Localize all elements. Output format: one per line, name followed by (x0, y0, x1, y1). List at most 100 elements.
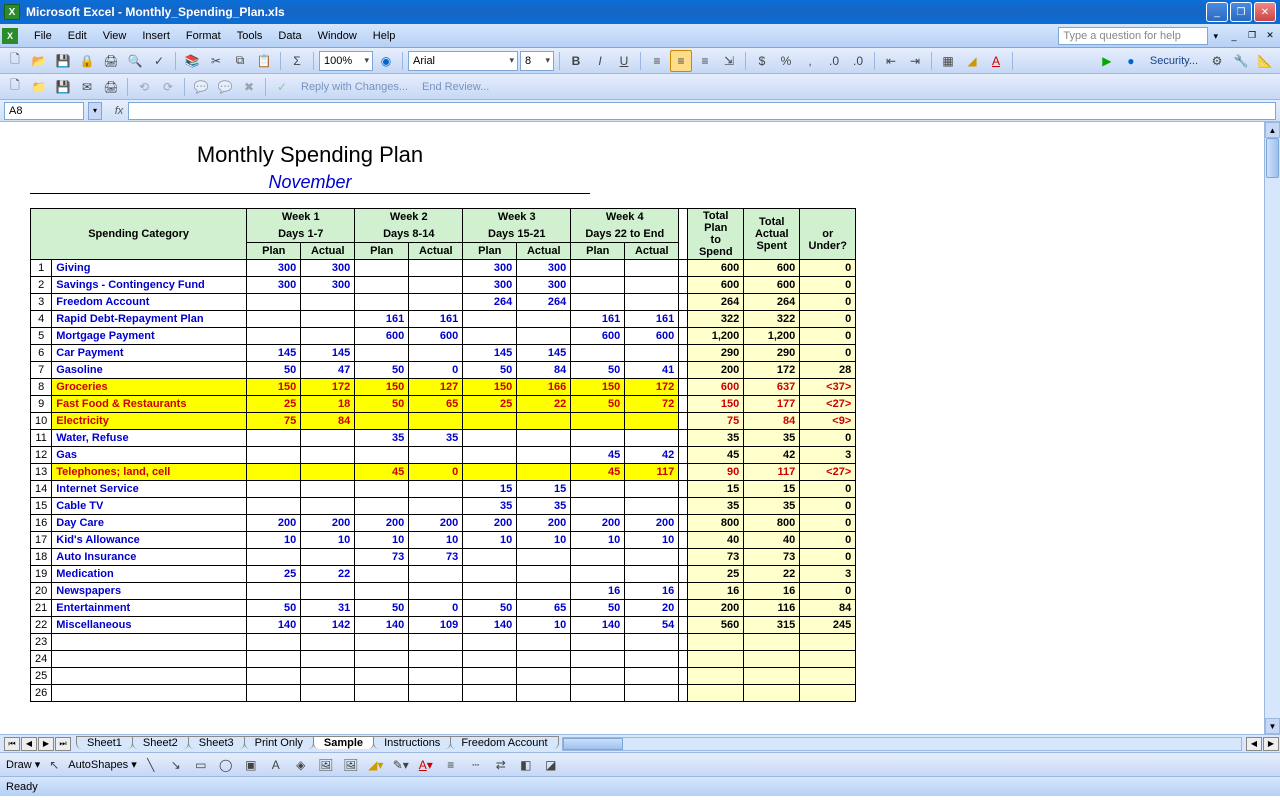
zoom-combo[interactable]: 100% (319, 51, 373, 71)
category-cell[interactable]: Giving (52, 260, 247, 277)
hscroll-right-icon[interactable]: ▶ (1263, 737, 1279, 751)
menu-help[interactable]: Help (365, 30, 404, 42)
table-row[interactable]: 21Entertainment50315005065502020011684 (31, 600, 856, 617)
table-row[interactable]: 14Internet Service151515150 (31, 481, 856, 498)
scroll-down-icon[interactable]: ▼ (1265, 718, 1280, 734)
scroll-up-icon[interactable]: ▲ (1265, 122, 1280, 138)
decrease-indent-icon[interactable]: ⇤ (880, 50, 902, 72)
align-left-icon[interactable]: ≡ (646, 50, 668, 72)
menu-view[interactable]: View (95, 30, 135, 42)
worksheet[interactable]: Monthly Spending Plan November Spending … (0, 122, 1264, 734)
diagram-icon[interactable]: ◈ (290, 754, 312, 776)
help-dropdown-icon[interactable]: ▾ (1211, 31, 1220, 41)
category-cell[interactable]: Gas (52, 447, 247, 464)
category-cell[interactable] (52, 651, 247, 668)
menu-file[interactable]: File (26, 30, 60, 42)
category-cell[interactable] (52, 668, 247, 685)
picture-icon[interactable]: 🖼 (340, 754, 362, 776)
print-icon[interactable]: 🖨 (100, 50, 122, 72)
hscroll-left-icon[interactable]: ◀ (1246, 737, 1262, 751)
category-cell[interactable]: Telephones; land, cell (52, 464, 247, 481)
category-cell[interactable]: Newspapers (52, 583, 247, 600)
table-row[interactable]: 6Car Payment1451451451452902900 (31, 345, 856, 362)
menu-format[interactable]: Format (178, 30, 229, 42)
permission-icon[interactable]: 🔒 (76, 50, 98, 72)
currency-icon[interactable]: $ (751, 50, 773, 72)
arrow-style-icon[interactable]: ⇄ (490, 754, 512, 776)
table-row[interactable]: 19Medication252225223 (31, 566, 856, 583)
italic-icon[interactable]: I (589, 50, 611, 72)
record-macro-icon[interactable]: ● (1120, 50, 1142, 72)
dash-style-icon[interactable]: ┄ (465, 754, 487, 776)
category-cell[interactable]: Internet Service (52, 481, 247, 498)
oval-icon[interactable]: ◯ (215, 754, 237, 776)
table-row[interactable]: 26 (31, 685, 856, 702)
select-objects-icon[interactable]: ↖ (43, 754, 65, 776)
arrow-icon[interactable]: ↘ (165, 754, 187, 776)
menu-insert[interactable]: Insert (134, 30, 178, 42)
table-row[interactable]: 23 (31, 634, 856, 651)
help-search-input[interactable] (1058, 27, 1208, 45)
shadow-icon[interactable]: ◧ (515, 754, 537, 776)
new-icon[interactable]: 🗋 (4, 50, 26, 72)
formula-input[interactable] (128, 102, 1276, 120)
wordart-icon[interactable]: A (265, 754, 287, 776)
mdi-minimize-button[interactable]: _ (1226, 29, 1242, 43)
category-cell[interactable]: Fast Food & Restaurants (52, 396, 247, 413)
horizontal-scrollbar[interactable] (562, 737, 1242, 751)
mdi-close-button[interactable]: ✕ (1262, 29, 1278, 43)
category-cell[interactable]: Water, Refuse (52, 430, 247, 447)
sheet-tab-instructions[interactable]: Instructions (373, 736, 451, 749)
mail-icon[interactable]: ✉ (76, 76, 98, 98)
fx-icon[interactable]: fx (110, 105, 128, 117)
security-button[interactable]: Security... (1144, 55, 1204, 67)
category-cell[interactable]: Gasoline (52, 362, 247, 379)
font-color-draw-icon[interactable]: A▾ (415, 754, 437, 776)
design-mode-icon[interactable]: 📐 (1254, 50, 1276, 72)
3d-icon[interactable]: ◪ (540, 754, 562, 776)
cut-icon[interactable]: ✂ (205, 50, 227, 72)
table-row[interactable]: 8Groceries150172150127150166150172600637… (31, 379, 856, 396)
rectangle-icon[interactable]: ▭ (190, 754, 212, 776)
menu-data[interactable]: Data (270, 30, 309, 42)
category-cell[interactable]: Mortgage Payment (52, 328, 247, 345)
increase-indent-icon[interactable]: ⇥ (904, 50, 926, 72)
font-color-icon[interactable]: A (985, 50, 1007, 72)
percent-icon[interactable]: % (775, 50, 797, 72)
vba-icon[interactable]: ⚙ (1206, 50, 1228, 72)
align-center-icon[interactable]: ≡ (670, 50, 692, 72)
font-combo[interactable]: Arial (408, 51, 518, 71)
spending-table[interactable]: Spending CategoryWeek 1Week 2Week 3Week … (30, 208, 856, 702)
category-cell[interactable] (52, 685, 247, 702)
fill-color-draw-icon[interactable]: ◢▾ (365, 754, 387, 776)
category-cell[interactable]: Electricity (52, 413, 247, 430)
align-right-icon[interactable]: ≡ (694, 50, 716, 72)
vertical-scrollbar[interactable]: ▲ ▼ (1264, 122, 1280, 734)
minimize-button[interactable]: _ (1206, 2, 1228, 22)
menu-edit[interactable]: Edit (60, 30, 95, 42)
print-preview-icon[interactable]: 🔍 (124, 50, 146, 72)
borders-icon[interactable]: ▦ (937, 50, 959, 72)
menu-tools[interactable]: Tools (229, 30, 271, 42)
line-color-icon[interactable]: ✎▾ (390, 754, 412, 776)
table-row[interactable]: 10Electricity75847584<9> (31, 413, 856, 430)
table-row[interactable]: 2Savings - Contingency Fund3003003003006… (31, 277, 856, 294)
menu-window[interactable]: Window (310, 30, 365, 42)
fill-color-icon[interactable]: ◢ (961, 50, 983, 72)
open-icon[interactable]: 📂 (28, 50, 50, 72)
sheet-tab-sheet1[interactable]: Sheet1 (76, 736, 133, 749)
autoshapes-menu[interactable]: AutoShapes ▾ (68, 758, 137, 771)
tab-nav-last-icon[interactable]: ⏭ (55, 737, 71, 751)
close-button[interactable]: ✕ (1254, 2, 1276, 22)
underline-icon[interactable]: U (613, 50, 635, 72)
line-style-icon[interactable]: ≡ (440, 754, 462, 776)
table-row[interactable]: 18Auto Insurance737373730 (31, 549, 856, 566)
clipart-icon[interactable]: 🖼 (315, 754, 337, 776)
category-cell[interactable]: Rapid Debt-Repayment Plan (52, 311, 247, 328)
research-icon[interactable]: 📚 (181, 50, 203, 72)
draw-menu[interactable]: Draw ▾ (6, 758, 40, 771)
table-row[interactable]: 3Freedom Account2642642642640 (31, 294, 856, 311)
table-row[interactable]: 7Gasoline50475005084504120017228 (31, 362, 856, 379)
category-cell[interactable]: Freedom Account (52, 294, 247, 311)
category-cell[interactable]: Kid's Allowance (52, 532, 247, 549)
